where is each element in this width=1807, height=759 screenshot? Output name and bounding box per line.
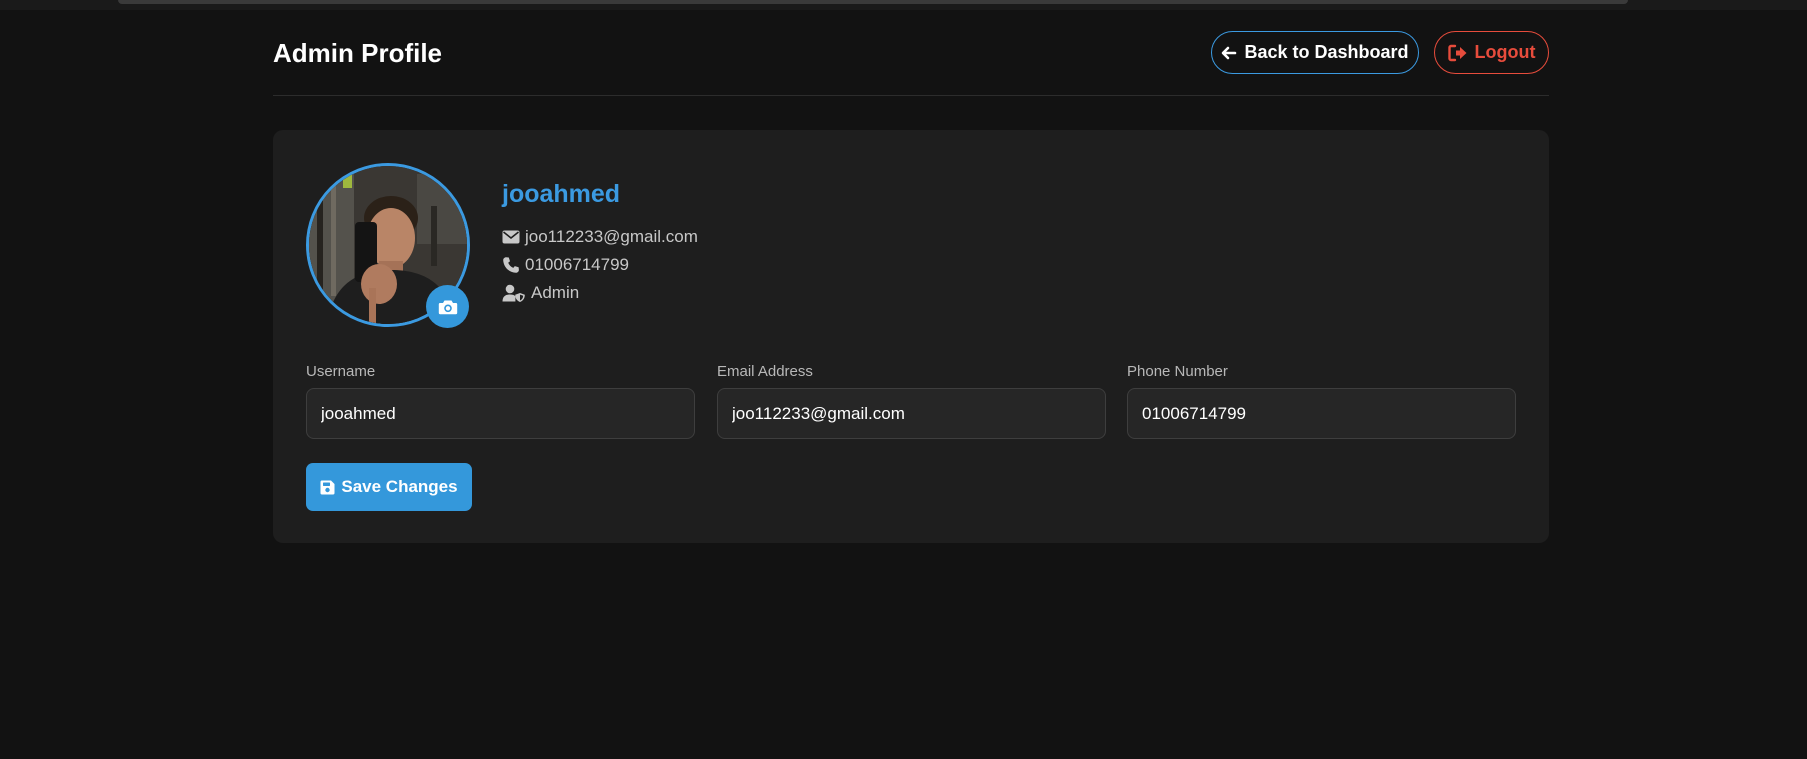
back-button-label: Back to Dashboard <box>1244 42 1409 62</box>
email-field-group: Email Address <box>717 363 1106 439</box>
phone-label: Phone Number <box>1127 363 1228 380</box>
username-input[interactable] <box>306 388 695 439</box>
browser-top-strip <box>0 0 1807 10</box>
profile-email-row: joo112233@gmail.com <box>502 223 698 251</box>
back-to-dashboard-button[interactable]: Back to Dashboard <box>1211 31 1419 74</box>
profile-email: joo112233@gmail.com <box>525 227 698 246</box>
profile-card: jooahmed joo112233@gmail.com 01006714799… <box>273 130 1549 543</box>
page-header: Admin Profile Back to Dashboard Logout <box>273 28 1549 96</box>
floppy-disk-icon <box>320 480 335 494</box>
username-field-group: Username <box>306 363 695 439</box>
envelope-icon <box>502 230 520 244</box>
profile-phone-row: 01006714799 <box>502 251 698 279</box>
camera-icon <box>438 300 457 314</box>
phone-icon <box>503 257 519 273</box>
sign-out-icon <box>1447 44 1466 61</box>
profile-phone: 01006714799 <box>525 255 630 274</box>
email-input[interactable] <box>717 388 1106 439</box>
page-title: Admin Profile <box>273 38 443 68</box>
logout-button[interactable]: Logout <box>1434 31 1549 74</box>
profile-role: Admin <box>531 283 580 302</box>
save-changes-label: Save Changes <box>341 477 458 496</box>
profile-role-row: Admin <box>502 279 698 307</box>
email-label: Email Address <box>717 363 813 380</box>
phone-input[interactable] <box>1127 388 1516 439</box>
username-label: Username <box>306 363 376 380</box>
phone-field-group: Phone Number <box>1127 363 1516 439</box>
scrollbar-track <box>118 0 1628 4</box>
avatar-container <box>306 163 470 328</box>
arrow-left-icon <box>1222 46 1237 59</box>
user-shield-icon <box>502 284 525 302</box>
logout-button-label: Logout <box>1474 42 1536 62</box>
profile-name: jooahmed <box>502 180 621 208</box>
profile-info: jooahmed joo112233@gmail.com 01006714799… <box>502 180 698 307</box>
save-changes-button[interactable]: Save Changes <box>306 463 472 511</box>
change-photo-button[interactable] <box>426 285 469 328</box>
